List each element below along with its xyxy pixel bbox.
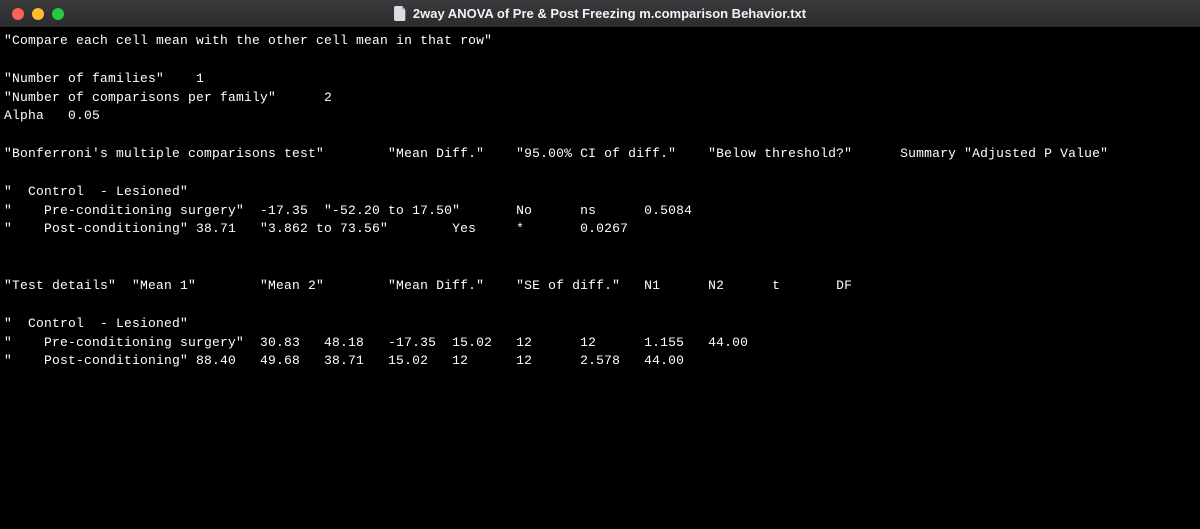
close-window-button[interactable]	[12, 8, 24, 20]
minimize-window-button[interactable]	[32, 8, 44, 20]
window-title: 2way ANOVA of Pre & Post Freezing m.comp…	[413, 6, 806, 21]
zoom-window-button[interactable]	[52, 8, 64, 20]
text-document-body[interactable]: "Compare each cell mean with the other c…	[0, 28, 1200, 375]
title-center: 2way ANOVA of Pre & Post Freezing m.comp…	[0, 6, 1200, 21]
window-titlebar: 2way ANOVA of Pre & Post Freezing m.comp…	[0, 0, 1200, 28]
traffic-lights	[0, 8, 64, 20]
document-icon	[394, 6, 407, 21]
